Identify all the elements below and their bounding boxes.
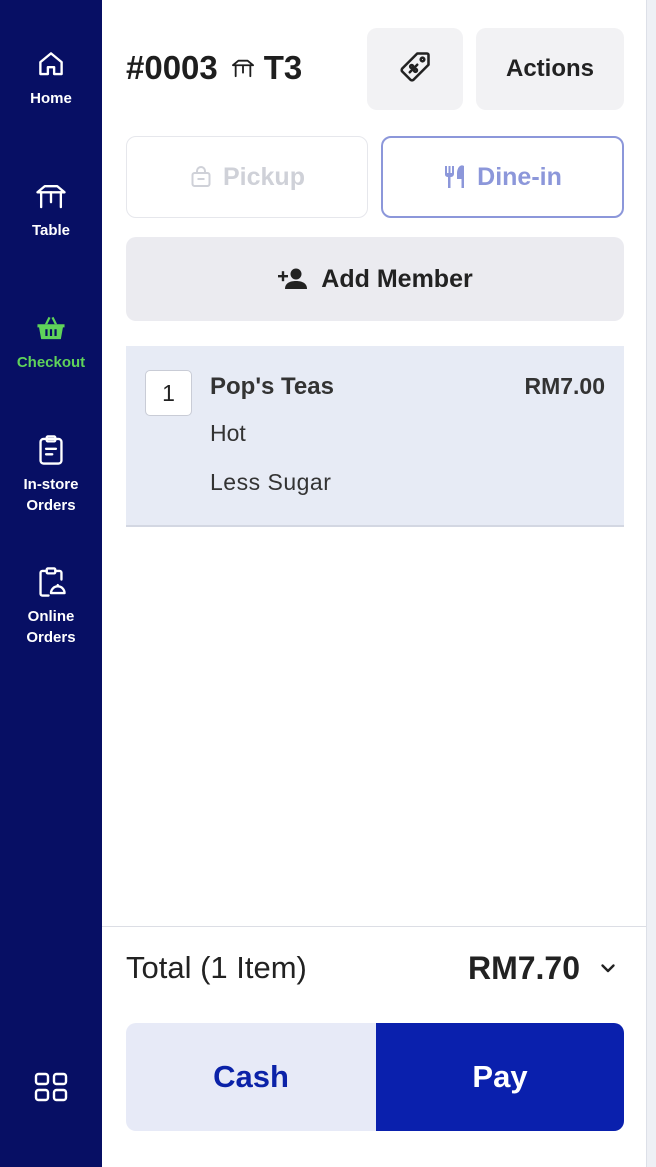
- total-value: RM7.70: [467, 950, 580, 986]
- sidebar-item-online-orders[interactable]: Online Orders: [0, 566, 102, 648]
- add-person-icon: [277, 266, 309, 292]
- pay-button[interactable]: Pay: [376, 1023, 624, 1131]
- item-modifier: Less Sugar: [210, 469, 332, 495]
- sidebar-item-label: Online Orders: [26, 608, 76, 646]
- sidebar-item-label: Checkout: [16, 354, 86, 371]
- sidebar-item-label: In-store Orders: [23, 476, 79, 514]
- discount-button[interactable]: [367, 28, 463, 110]
- sidebar-item-checkout[interactable]: Checkout: [0, 312, 102, 373]
- table-icon: [230, 57, 256, 79]
- item-name: Pop's Teas: [210, 373, 334, 400]
- item-price: RM7.00: [524, 373, 605, 399]
- sidebar-item-instore-orders[interactable]: In-store Orders: [0, 434, 102, 516]
- table-icon: [35, 180, 67, 212]
- add-member-label: Add Member: [321, 264, 473, 293]
- table-number: T3: [263, 49, 303, 86]
- item-modifier: Hot: [210, 420, 246, 446]
- online-order-icon: [35, 566, 67, 598]
- dine-in-label: Dine-in: [477, 162, 562, 191]
- basket-icon: [35, 312, 67, 344]
- cart-item[interactable]: 1 Pop's Teas RM7.00 Hot Less Sugar: [126, 346, 624, 527]
- sidebar-item-label: Home: [30, 90, 72, 107]
- dine-in-button[interactable]: Dine-in: [381, 136, 624, 218]
- item-quantity[interactable]: 1: [145, 370, 192, 416]
- grid-icon[interactable]: [34, 1071, 68, 1103]
- home-icon: [35, 48, 67, 80]
- sidebar-item-table[interactable]: Table: [0, 180, 102, 241]
- cash-button[interactable]: Cash: [126, 1023, 376, 1131]
- actions-button[interactable]: Actions: [476, 28, 624, 110]
- discount-tag-icon: [397, 49, 433, 90]
- panel-edge: [646, 0, 656, 1167]
- add-member-button[interactable]: Add Member: [126, 237, 624, 321]
- shopping-bag-icon: [189, 165, 213, 189]
- order-number: #0003: [126, 49, 218, 86]
- chevron-down-icon[interactable]: [597, 957, 619, 979]
- clipboard-icon: [35, 434, 67, 466]
- footer-divider: [102, 926, 646, 927]
- sidebar: Home Table Checkout In-store Orders Onli…: [0, 0, 102, 1167]
- total-label: Total (1 Item): [126, 950, 307, 985]
- order-title: #0003 T3: [126, 48, 302, 88]
- pickup-button[interactable]: Pickup: [126, 136, 368, 218]
- sidebar-item-label: Table: [31, 222, 71, 239]
- utensils-icon: [443, 164, 467, 190]
- sidebar-item-home[interactable]: Home: [0, 48, 102, 109]
- pickup-label: Pickup: [223, 162, 305, 191]
